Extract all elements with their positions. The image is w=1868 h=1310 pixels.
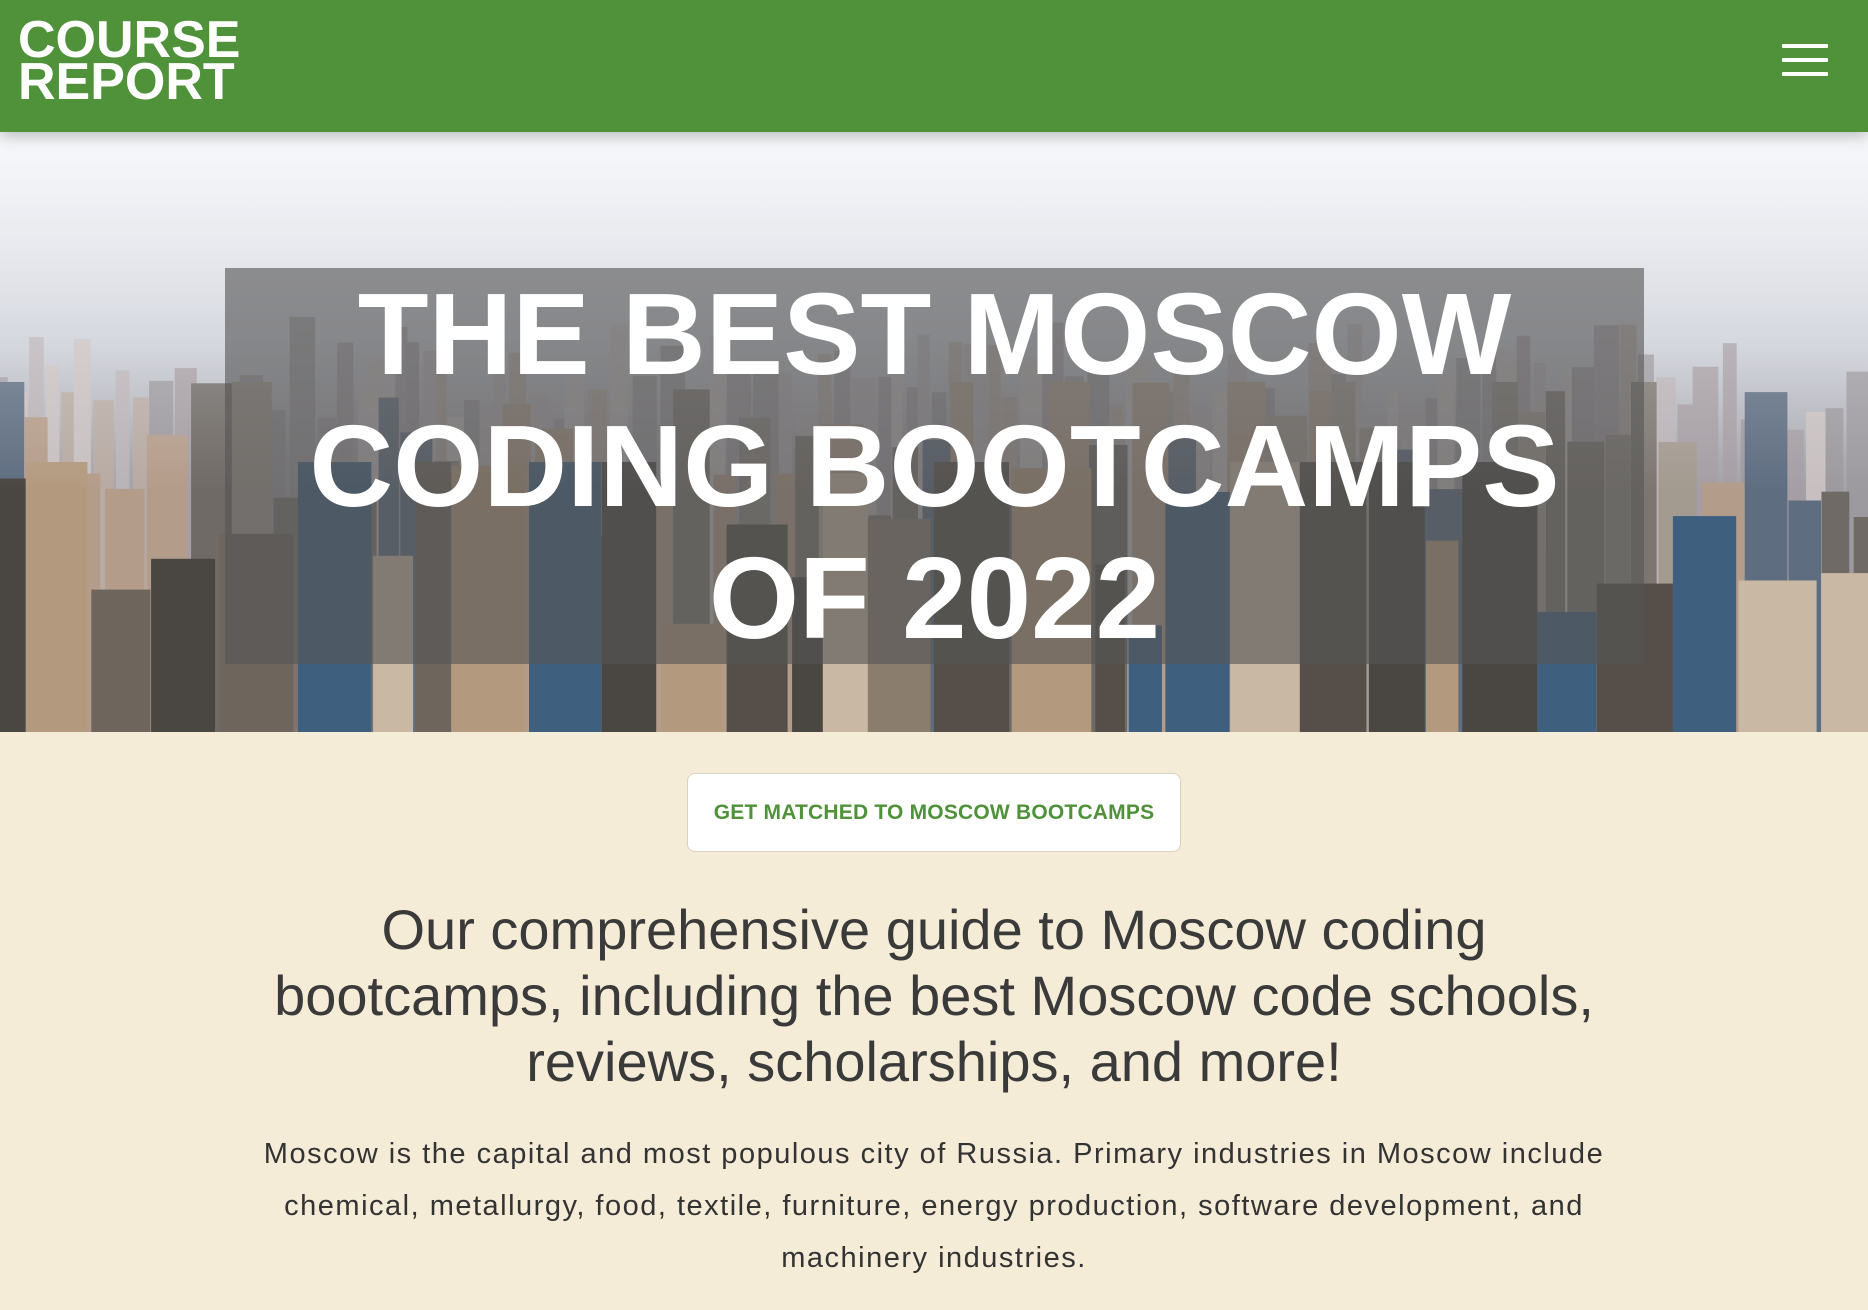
city-intro-text: Moscow is the capital and most populous … bbox=[263, 1138, 1605, 1274]
hamburger-menu-icon[interactable] bbox=[1782, 44, 1830, 78]
guide-subtitle: Our comprehensive guide to Moscow coding… bbox=[274, 898, 1594, 1093]
hero-banner: THE BEST MOSCOW CODING BOOTCAMPS OF 2022 bbox=[0, 132, 1868, 732]
menu-bar bbox=[1782, 72, 1828, 76]
menu-bar bbox=[1782, 44, 1828, 48]
hero-title-overlay: THE BEST MOSCOW CODING BOOTCAMPS OF 2022 bbox=[225, 268, 1644, 664]
menu-bar bbox=[1782, 58, 1828, 62]
cta-container: GET MATCHED TO MOSCOW BOOTCAMPS bbox=[0, 773, 1868, 852]
site-header: COURSE REPORT bbox=[0, 0, 1868, 132]
get-matched-button[interactable]: GET MATCHED TO MOSCOW BOOTCAMPS bbox=[686, 773, 1182, 852]
logo-line-2: REPORT bbox=[18, 53, 235, 111]
course-report-logo[interactable]: COURSE REPORT bbox=[18, 14, 240, 111]
page-title: THE BEST MOSCOW CODING BOOTCAMPS OF 2022 bbox=[309, 269, 1560, 663]
